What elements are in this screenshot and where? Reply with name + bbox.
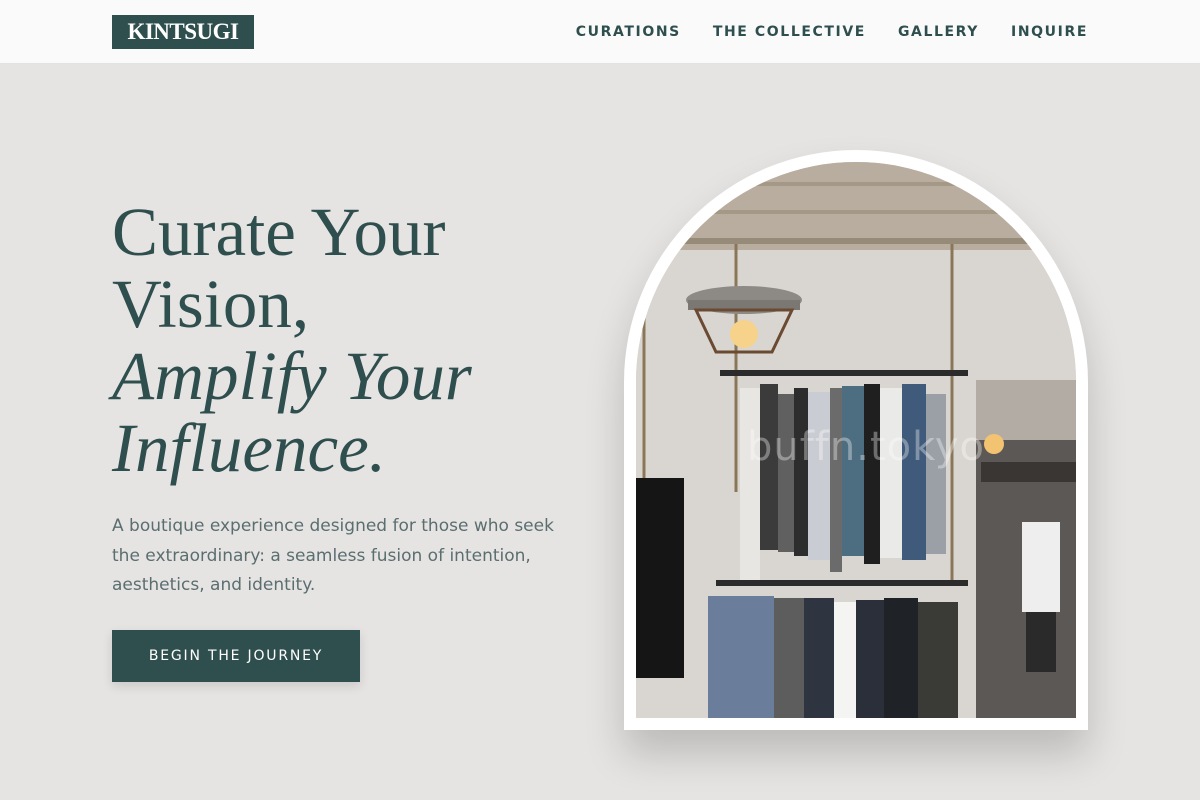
top-navigation-bar: KINTSUGI CURATIONS THE COLLECTIVE GALLER… <box>0 0 1200 64</box>
nav-link-gallery[interactable]: GALLERY <box>898 22 979 42</box>
nav-link-the-collective[interactable]: THE COLLECTIVE <box>713 22 866 42</box>
hero-headline-line-3: Amplify Your <box>112 338 472 414</box>
hero-description: A boutique experience designed for those… <box>112 516 554 595</box>
hero-headline-line-4: Influence. <box>112 410 386 486</box>
begin-journey-button[interactable]: BEGIN THE JOURNEY <box>112 630 360 682</box>
nav-link-curations[interactable]: CURATIONS <box>576 22 681 42</box>
hero-headline: Curate Your Vision, Amplify Your Influen… <box>112 196 612 484</box>
hero-headline-line-1: Curate Your <box>112 194 446 270</box>
hero-headline-line-2: Vision, <box>112 266 310 342</box>
nav-link-inquire[interactable]: INQUIRE <box>1011 22 1088 42</box>
brand-logo[interactable]: KINTSUGI <box>112 15 254 49</box>
hero-image-arch-frame: buffn.tokyo <box>624 150 1088 730</box>
hero-boutique-photo: buffn.tokyo <box>636 162 1076 718</box>
image-watermark: buffn.tokyo <box>746 424 985 470</box>
main-nav: CURATIONS THE COLLECTIVE GALLERY INQUIRE <box>576 22 1088 42</box>
